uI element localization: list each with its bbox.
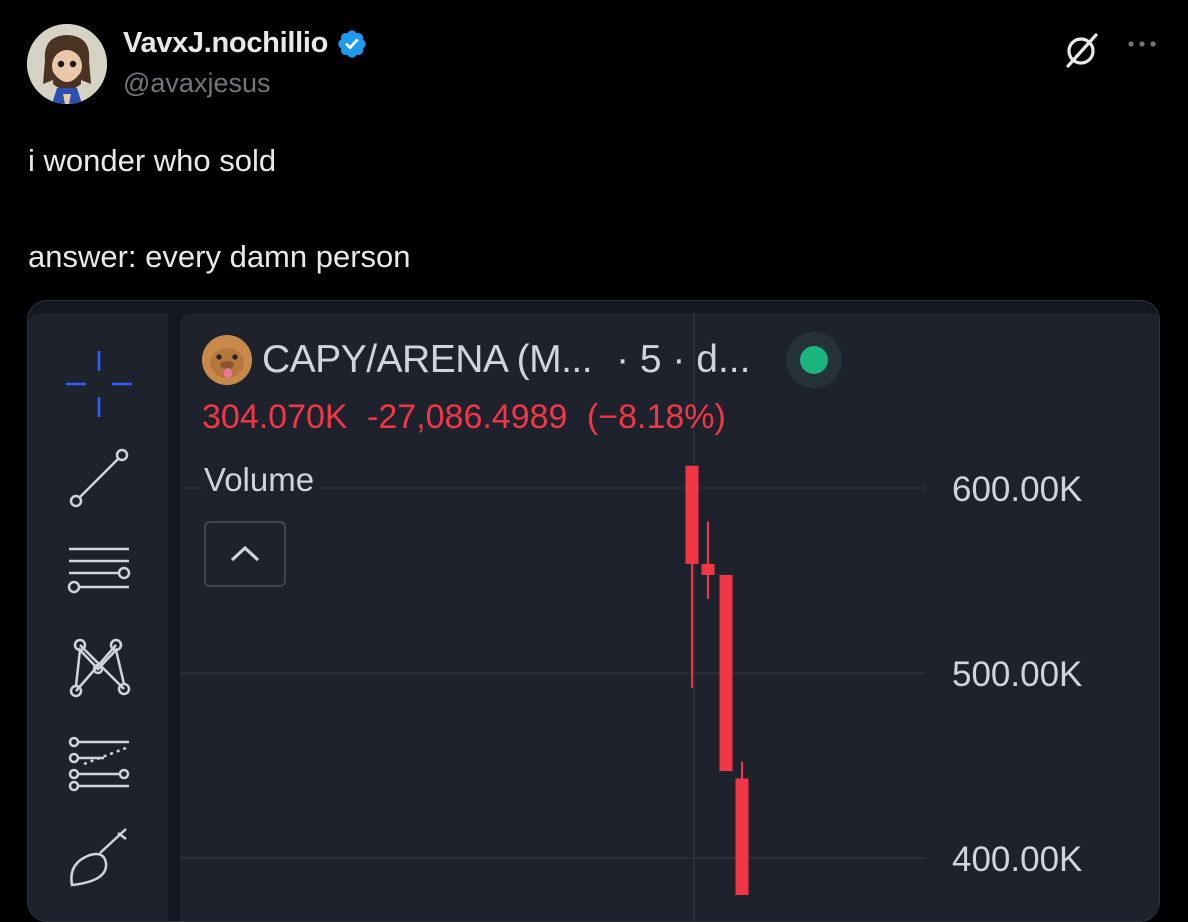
price-change-percent: (−8.18%) xyxy=(586,398,726,436)
chevron-up-icon xyxy=(230,545,260,562)
market-status-dot xyxy=(800,346,829,374)
y-tick-label: 500.00K xyxy=(952,655,1082,694)
grok-icon[interactable] xyxy=(1062,30,1102,70)
brush-icon[interactable] xyxy=(64,823,134,893)
trendline-icon[interactable] xyxy=(64,443,134,513)
drawing-toolbar xyxy=(28,313,168,921)
price-row: 304.070K -27,086.4989 (−8.18%) xyxy=(202,398,736,437)
forecast-icon[interactable] xyxy=(64,728,134,798)
fib-retracement-icon[interactable] xyxy=(64,541,134,611)
capybara-coin-icon xyxy=(202,335,252,385)
candle-body[interactable] xyxy=(735,778,749,895)
chart-image[interactable]: 600.00K 500.00K 400.00K CAPY/ARENA (M... ·… xyxy=(27,300,1160,922)
post-header: VavxJ.nochillio @avaxjesus xyxy=(27,24,1158,108)
symbol-header: CAPY/ARENA (M... · 5 · d... xyxy=(202,332,843,388)
interval-info[interactable]: · 5 · d... xyxy=(616,338,750,382)
y-tick-label: 400.00K xyxy=(952,840,1082,879)
symbol-name[interactable]: CAPY/ARENA (M... xyxy=(262,338,593,382)
crosshair-icon[interactable] xyxy=(64,349,134,419)
candle-body[interactable] xyxy=(719,574,733,772)
more-options-icon[interactable] xyxy=(1126,28,1158,60)
last-price: 304.070K xyxy=(202,398,348,436)
verified-badge-icon xyxy=(336,28,368,60)
avatar[interactable] xyxy=(27,24,107,104)
y-tick-label: 600.00K xyxy=(952,470,1082,509)
market-status-indicator[interactable] xyxy=(786,332,843,388)
collapse-button[interactable] xyxy=(204,521,286,587)
chart-pane[interactable]: 600.00K 500.00K 400.00K CAPY/ARENA (M... ·… xyxy=(180,313,1159,921)
candle-body[interactable] xyxy=(701,563,715,575)
pattern-icon[interactable] xyxy=(64,633,134,703)
display-name[interactable]: VavxJ.nochillio xyxy=(123,27,368,60)
display-name-text[interactable]: VavxJ.nochillio xyxy=(123,27,328,60)
candle-body[interactable] xyxy=(685,465,699,564)
volume-label[interactable]: Volume xyxy=(204,461,321,499)
handle[interactable]: @avaxjesus xyxy=(123,68,270,99)
tweet-text: i wonder who sold answer: every damn per… xyxy=(28,143,411,274)
price-change: -27,086.4989 xyxy=(367,398,568,436)
